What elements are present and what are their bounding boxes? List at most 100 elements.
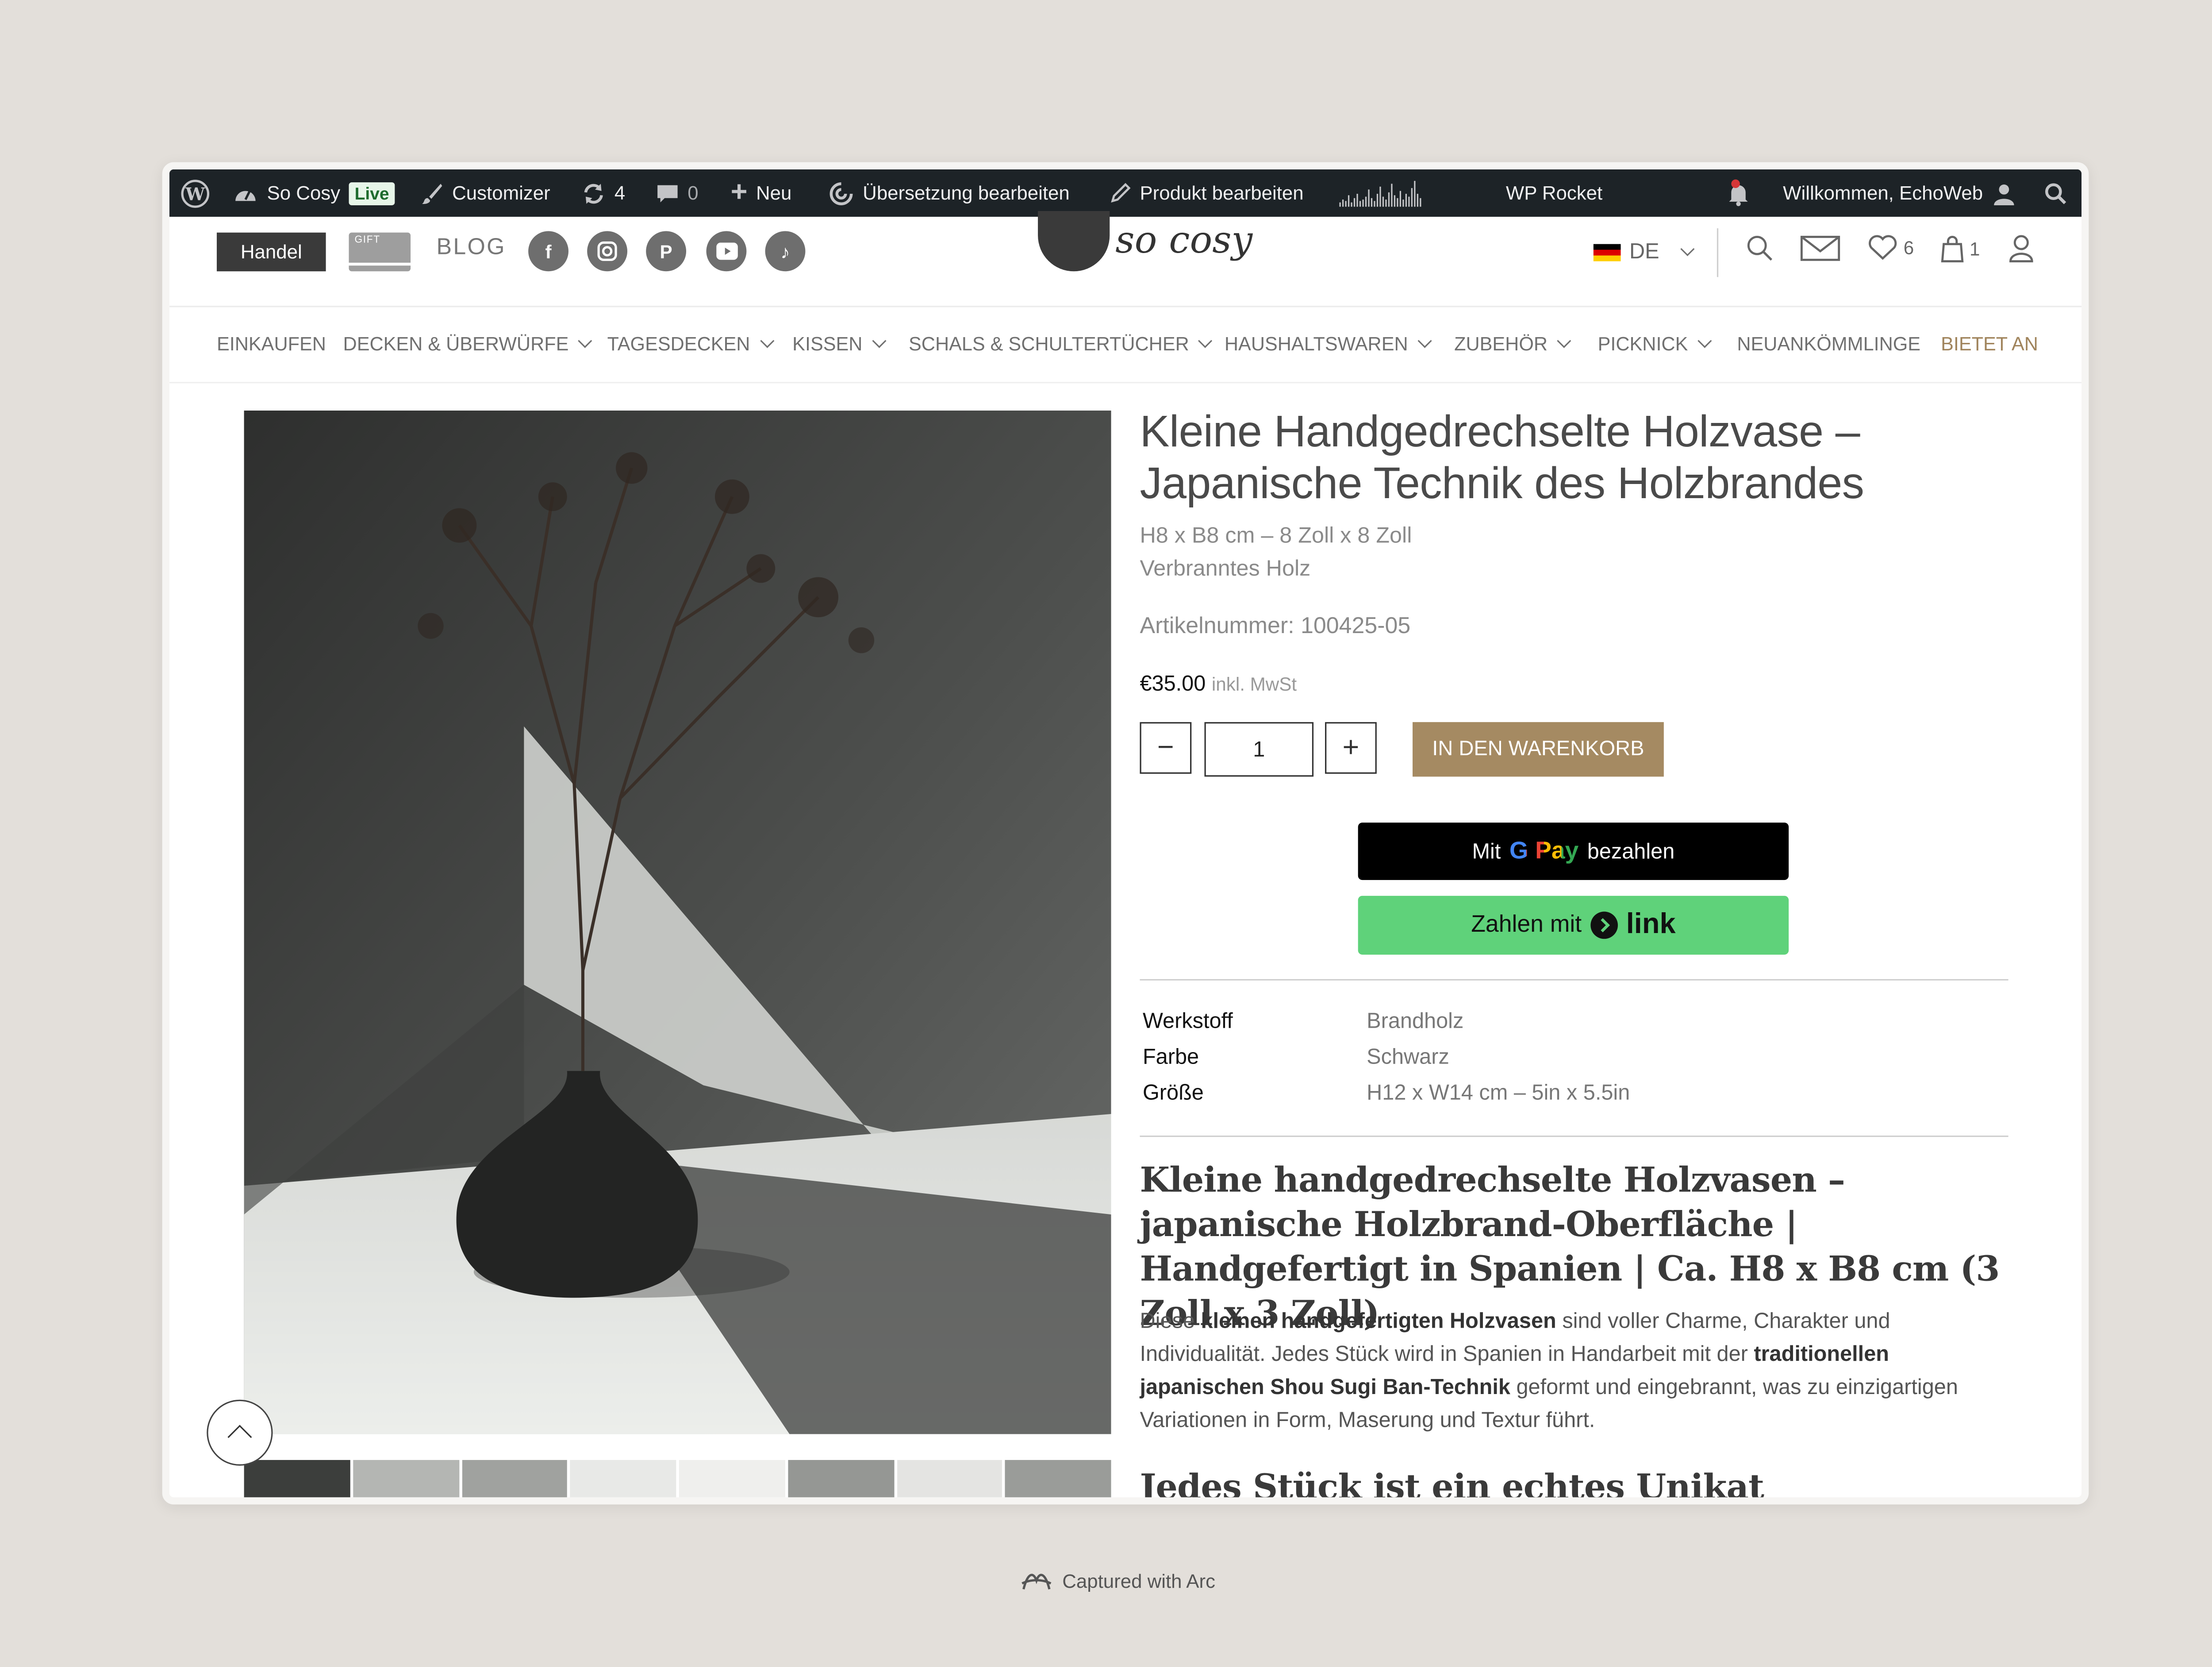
attr-value: H12 x W14 cm – 5in x 5.5in <box>1367 1081 1630 1106</box>
handel-button[interactable]: Handel <box>216 232 326 272</box>
quantity-input[interactable] <box>1204 722 1314 777</box>
chevron-down-icon <box>1198 334 1213 348</box>
thumbnail[interactable] <box>896 1460 1002 1498</box>
divider <box>1140 1135 2008 1137</box>
instagram-icon[interactable] <box>587 231 628 272</box>
updates-count: 4 <box>614 182 626 204</box>
link-arrow-icon <box>1590 911 1618 939</box>
chevron-down-icon <box>1557 334 1571 348</box>
cart-button[interactable]: 1 <box>1941 234 1980 263</box>
google-pay-button[interactable]: Mit G Pay bezahlen <box>1358 822 1789 880</box>
wp-admin-bar: W So Cosy Live Customizer 4 0 + Neu Über… <box>169 169 2082 217</box>
translate-icon <box>830 181 853 205</box>
thumbnail[interactable] <box>679 1460 785 1498</box>
chevron-down-icon <box>1697 334 1712 348</box>
dashboard-icon <box>235 189 256 200</box>
language-switcher[interactable]: DE <box>1593 239 1694 265</box>
divider <box>1140 979 2008 981</box>
menu-item-einkaufen[interactable]: EINKAUFEN <box>217 333 326 355</box>
attr-label: Farbe <box>1142 1045 1199 1070</box>
thumbnail[interactable] <box>787 1460 894 1498</box>
heart-icon <box>1869 235 1897 260</box>
menu-item-label: HAUSHALTSWAREN <box>1224 333 1408 355</box>
pencil-icon <box>1111 183 1131 203</box>
performance-sparkline[interactable] <box>1339 169 1421 217</box>
adminbar-updates[interactable]: 4 <box>581 169 625 217</box>
account-icon[interactable] <box>2008 234 2034 263</box>
header-divider <box>1717 228 1719 277</box>
adminbar-edit-product[interactable]: Produkt bearbeiten <box>1110 169 1304 217</box>
translate-label: Übersetzung bearbeiten <box>863 182 1070 204</box>
wishlist-button[interactable]: 6 <box>1868 234 1914 261</box>
adminbar-translate[interactable]: Übersetzung bearbeiten <box>828 169 1070 217</box>
youtube-icon[interactable] <box>706 231 747 272</box>
thumbnail[interactable] <box>1005 1460 1111 1498</box>
german-flag-icon <box>1593 243 1621 261</box>
description-subheading: Jedes Stück ist ein echtes Unikat <box>1140 1466 1764 1505</box>
adminbar-account[interactable]: Willkommen, EchoWeb <box>1783 169 2017 217</box>
site-logo[interactable]: so cosy <box>1038 211 1253 272</box>
chevron-down-icon <box>1680 242 1694 257</box>
thumbnail[interactable] <box>244 1460 350 1498</box>
thumbnail[interactable] <box>461 1460 568 1498</box>
wordpress-logo-icon[interactable]: W <box>181 169 210 217</box>
product-image[interactable] <box>244 411 1111 1434</box>
menu-item-bietet-an[interactable]: BIETET AN <box>1941 333 2038 355</box>
search-icon[interactable] <box>1746 234 1774 263</box>
adminbar-customizer[interactable]: Customizer <box>421 169 550 217</box>
refresh-icon <box>584 183 603 204</box>
link-pay-button[interactable]: Zahlen mit link <box>1358 895 1789 955</box>
product-sku: Artikelnummer: 100425-05 <box>1140 614 1411 639</box>
quantity-increase-button[interactable]: + <box>1325 722 1377 774</box>
attr-value: Schwarz <box>1367 1045 1449 1070</box>
attr-label: Werkstoff <box>1142 1009 1233 1034</box>
logo-mark-icon <box>1038 211 1110 272</box>
menu-item-picknick[interactable]: PICKNICK <box>1598 333 1712 354</box>
welcome-text: Willkommen, EchoWeb <box>1783 182 1983 204</box>
language-code: DE <box>1629 239 1659 265</box>
thumbnail[interactable] <box>353 1460 459 1498</box>
menu-item-kissen[interactable]: KISSEN <box>792 333 886 355</box>
quantity-decrease-button[interactable]: − <box>1140 722 1192 774</box>
comment-icon <box>657 184 678 202</box>
adminbar-comments[interactable]: 0 <box>656 169 699 217</box>
gift-card-label: GIFT <box>354 235 380 246</box>
chevron-down-icon <box>872 334 886 348</box>
description-paragraph: Diese kleinen handgefertigten Holzvasen … <box>1140 1305 2008 1437</box>
gift-card-button[interactable]: GIFT <box>349 232 411 272</box>
link-prefix: Zahlen mit <box>1471 911 1582 937</box>
mail-icon[interactable] <box>1800 234 1840 263</box>
menu-item-schals[interactable]: SCHALS & SCHULTERTÜCHER <box>909 333 1213 354</box>
pinterest-icon[interactable]: P <box>646 231 687 272</box>
menu-item-neuankoemmlinge[interactable]: NEUANKÖMMLINGE <box>1737 333 1920 355</box>
attr-label: Größe <box>1142 1081 1204 1106</box>
price-tax-note: inkl. MwSt <box>1211 673 1297 695</box>
link-brand: link <box>1626 909 1676 941</box>
facebook-icon[interactable]: f <box>528 231 568 272</box>
brush-icon <box>422 183 442 204</box>
menu-item-haushaltswaren[interactable]: HAUSHALTSWAREN <box>1224 333 1432 355</box>
menu-item-label: ZUBEHÖR <box>1454 333 1548 355</box>
add-to-cart-button[interactable]: IN DEN WARENKORB <box>1412 722 1664 777</box>
comments-count: 0 <box>687 182 699 204</box>
adminbar-search-icon[interactable] <box>2044 169 2067 217</box>
thumbnail[interactable] <box>570 1460 676 1498</box>
cart-count: 1 <box>1970 238 1980 259</box>
adminbar-site[interactable]: So Cosy Live <box>233 169 395 217</box>
blog-link[interactable]: BLOG <box>436 235 506 261</box>
site-header: Handel GIFT BLOG f P ♪ so cosy DE 6 1 <box>169 211 2082 307</box>
chevron-up-icon <box>227 1425 252 1449</box>
scroll-to-top-button[interactable] <box>207 1399 273 1466</box>
adminbar-new[interactable]: + Neu <box>731 169 792 217</box>
menu-item-zubehoer[interactable]: ZUBEHÖR <box>1454 333 1571 355</box>
logo-text: so cosy <box>1115 219 1253 263</box>
notifications-bell-icon[interactable] <box>1725 169 1751 217</box>
menu-item-label: KISSEN <box>792 333 863 355</box>
edit-product-label: Produkt bearbeiten <box>1140 182 1304 204</box>
menu-item-decken[interactable]: DECKEN & ÜBERWÜRFE <box>343 333 592 354</box>
tiktok-icon[interactable]: ♪ <box>765 231 806 272</box>
product-size: H8 x B8 cm – 8 Zoll x 8 Zoll <box>1140 524 1412 549</box>
menu-item-tagesdecken[interactable]: TAGESDECKEN <box>607 333 774 355</box>
adminbar-wp-rocket[interactable]: WP Rocket <box>1506 169 1602 217</box>
menu-item-label: TAGESDECKEN <box>607 333 750 355</box>
